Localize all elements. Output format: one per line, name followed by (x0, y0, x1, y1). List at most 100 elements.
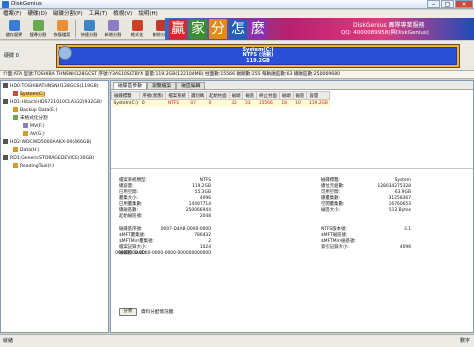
table-cell: 0 (206, 99, 230, 107)
banner-tile: 家 (189, 19, 207, 39)
minimize-button[interactable]: – (427, 0, 440, 8)
detail-value: 4096 (399, 245, 411, 250)
drive-icon (3, 155, 8, 160)
table-row[interactable]: System(C:) 0 NTFS 07 0 32 33 15566 18 10 119.2GB (111, 99, 330, 107)
menu-tools[interactable]: 工具(T) (89, 10, 108, 18)
drive-icon (23, 123, 28, 128)
drive-icon (13, 147, 18, 152)
table-cell: 32 (229, 99, 243, 107)
table-cell: 07 (188, 99, 207, 107)
status-bar: 就緒 數字 (0, 334, 474, 347)
tree-item-label: Backup Data(E:) (20, 108, 58, 113)
disk-tree: HD0:TOSHIBATHNSNH128GCS(119GB) System(C:)… (0, 80, 109, 333)
tree-item-label: HD1:HitachiHDS721010CLA332(932GB) (10, 100, 102, 105)
menu-partition[interactable]: 磁碟分割(P) (53, 10, 83, 18)
drive-icon (3, 83, 8, 88)
column-header[interactable]: 起始柱面 (206, 91, 230, 100)
table-cell: 10 (293, 99, 307, 107)
maximize-button[interactable]: □ (441, 0, 454, 8)
column-header[interactable]: 磁區 (242, 91, 258, 100)
tree-item[interactable]: AV(G:) (1, 131, 109, 138)
partition-size: 119.2GB (246, 57, 270, 64)
app-icon (2, 1, 9, 8)
tree-item-label: HD2:WDCWD5000AAKX-00(466GB) (10, 140, 92, 145)
toolbar-label: 搜尋分割 (29, 32, 47, 37)
table-cell: 0 (139, 99, 166, 107)
toolbar-label: 新增分割 (104, 32, 122, 37)
toolbar-label: 快速分割 (80, 32, 98, 37)
toolbar-icon (131, 20, 143, 31)
drive-icon (3, 99, 8, 104)
table-cell: NTFS (165, 99, 189, 107)
tree-item-label: Data(H:) (20, 148, 40, 153)
tab-sector-editor[interactable]: 磁區編輯 (176, 82, 206, 89)
promo-banner[interactable]: 贏 家 分 怎 麼 DiskGenius 團隊專業服務 QQ: 40000899… (165, 18, 474, 40)
column-header[interactable]: 終止柱面 (256, 91, 280, 100)
column-header[interactable]: 磁頭 (278, 91, 294, 100)
column-header[interactable]: 序號(狀態) (139, 91, 167, 100)
toolbar-separator (75, 20, 76, 38)
toolbar-button[interactable]: 儲存變更 (2, 18, 26, 40)
tree-item[interactable]: HD2:WDCWD5000AAKX-00(466GB) (1, 139, 109, 146)
column-header[interactable]: 磁頭 (228, 91, 244, 100)
close-button[interactable]: ✕ (455, 0, 473, 8)
detail-value: 3.1 (404, 227, 411, 232)
disk-label: 硬碟 0 (4, 53, 19, 59)
tab-partition-params[interactable]: 磁碟區參數 (113, 82, 147, 89)
tree-item[interactable]: Data(H:) (1, 147, 109, 154)
banner-contact: QQ: 4000089958(與DiskGenius) (341, 30, 429, 36)
details-tabs: 磁碟區參數 瀏覽檔案 磁區編輯 (111, 81, 473, 90)
title-bar: DiskGenius – □ ✕ (0, 0, 474, 9)
disk-map: 硬碟 0 System(C:) NTFS (活動) 119.2GB (0, 41, 474, 71)
tree-item[interactable]: System(C:) (1, 91, 109, 98)
toolbar-label: 格式化 (130, 32, 144, 37)
column-header[interactable]: 磁區 (292, 91, 308, 100)
menu-file[interactable]: 檔案(F) (3, 10, 21, 18)
tree-item[interactable]: 未格式化分割 (1, 115, 109, 122)
tree-item[interactable]: HD0:TOSHIBATHNSNH128GCS(119GB) (1, 83, 109, 90)
column-header[interactable]: 容量 (306, 91, 331, 100)
tree-item[interactable]: ReadingTool(I:) (1, 163, 109, 170)
menu-view[interactable]: 檢視(V) (113, 10, 132, 18)
analyze-button[interactable]: 分析 (119, 308, 137, 316)
table-cell: 18 (279, 99, 294, 107)
toolbar-label: 恢復檔案 (53, 32, 71, 37)
tree-item[interactable]: RD1:GenericSTORAGEDEVICE(30GB) (1, 155, 109, 162)
menu-help[interactable]: 說明(H) (138, 10, 157, 18)
detail-value: 2048 (199, 214, 211, 219)
column-header[interactable]: 識別碼 (187, 91, 208, 100)
toolbar-button[interactable]: 格式化 (125, 18, 149, 40)
partition-block[interactable]: System(C:) NTFS (活動) 119.2GB (56, 44, 460, 68)
table-cell: System(C:) (111, 99, 140, 107)
column-header[interactable]: 檔案系統 (165, 91, 189, 100)
divider (111, 168, 473, 169)
allocation-map-label: 資料分配情況圖: (141, 310, 175, 315)
toolbar-button[interactable]: 快速分割 (77, 18, 101, 40)
detail-label: 索引記錄大小: (321, 245, 349, 250)
disk-icon (58, 46, 72, 60)
tree-item[interactable]: MV(F:) (1, 123, 109, 130)
toolbar-icon (56, 20, 68, 31)
partition-block-inner[interactable]: System(C:) NTFS (活動) 119.2GB (59, 47, 457, 65)
toolbar-icon (32, 20, 44, 31)
tree-item-label: HD0:TOSHIBATHNSNH128GCS(119GB) (10, 84, 99, 89)
toolbar-button[interactable]: 新增分割 (101, 18, 125, 40)
status-text: 就緒 (3, 338, 14, 344)
toolbar-icon (107, 20, 119, 31)
menu-disk[interactable]: 硬碟(D) (27, 10, 47, 18)
drive-icon (23, 131, 28, 136)
tree-item-label: MV(F:) (30, 124, 45, 129)
column-header[interactable]: 磁碟標籤 (110, 91, 141, 100)
banner-tile: 分 (209, 19, 227, 39)
tree-item-label: AV(G:) (30, 132, 45, 137)
detail-label: 磁區大小: (321, 208, 341, 213)
tree-item[interactable]: HD1:HitachiHDS721010CLA332(932GB) (1, 99, 109, 106)
tab-browse-files[interactable]: 瀏覽檔案 (147, 82, 177, 89)
window-title: DiskGenius (11, 1, 42, 7)
tree-item[interactable]: Backup Data(E:) (1, 107, 109, 114)
detail-value: 512 Bytes (388, 208, 411, 213)
drive-icon (13, 107, 18, 112)
toolbar-button[interactable]: 恢復檔案 (50, 18, 74, 40)
toolbar-button[interactable]: 搜尋分割 (26, 18, 50, 40)
detail-value: 00000000-0000-0000-0000-000000000000 (115, 251, 211, 256)
